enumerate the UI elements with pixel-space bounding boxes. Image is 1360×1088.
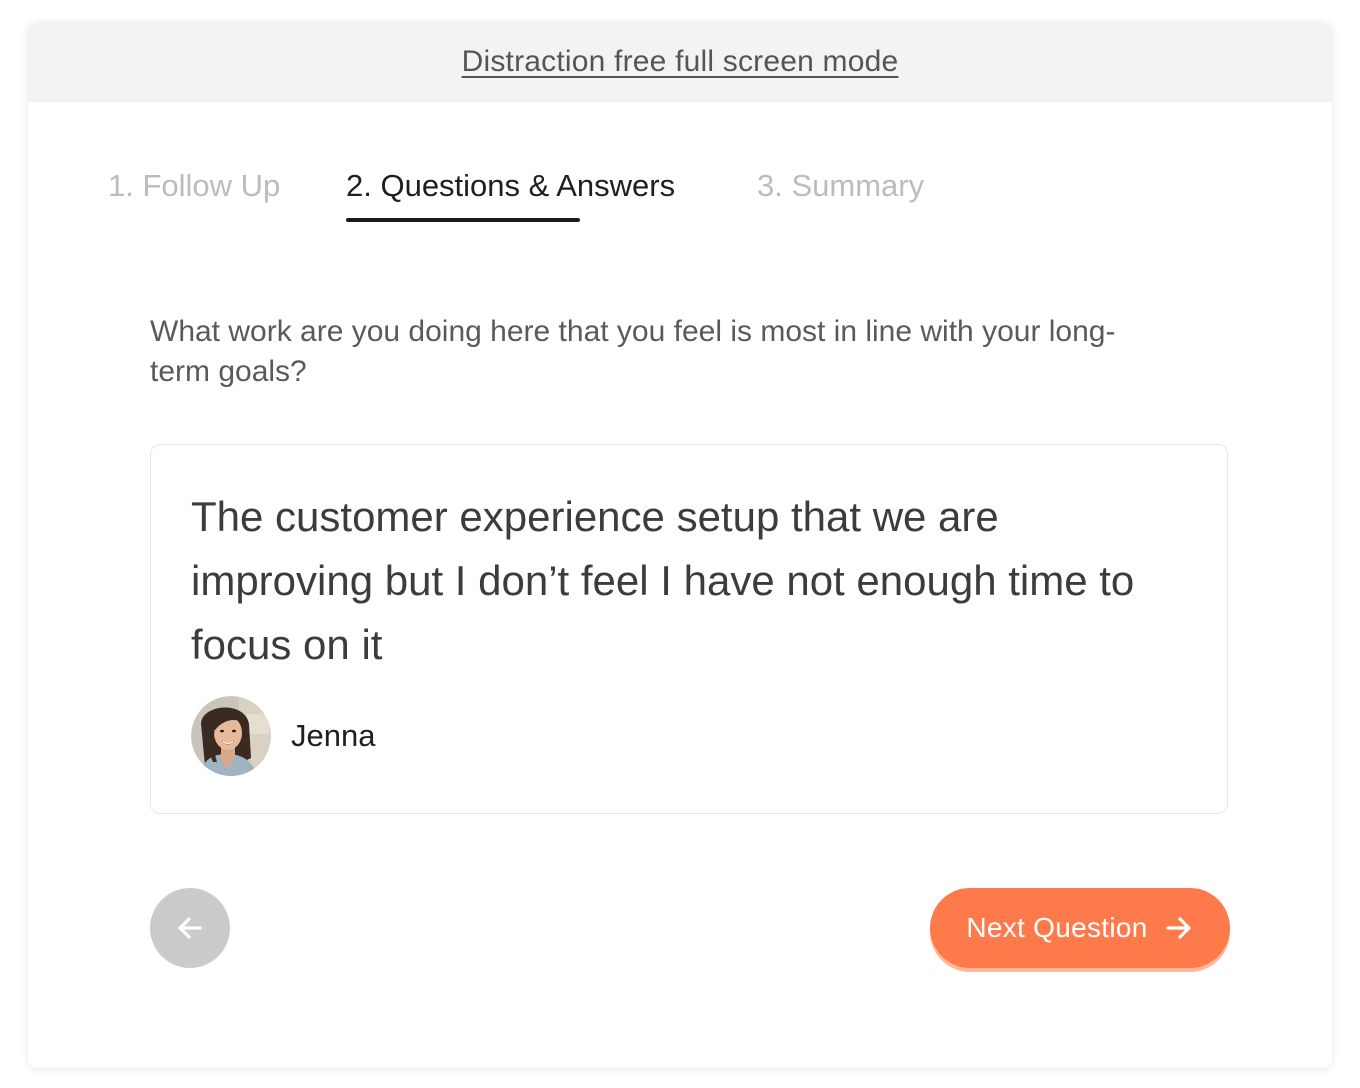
avatar: [191, 696, 271, 776]
arrow-right-icon: [1164, 913, 1194, 943]
tab-questions-answers[interactable]: 2. Questions & Answers: [346, 168, 675, 204]
qa-card: Distraction free full screen mode 1. Fol…: [28, 22, 1332, 1068]
next-question-button[interactable]: Next Question: [930, 888, 1230, 968]
tab-summary[interactable]: 3. Summary: [757, 168, 924, 204]
author-name: Jenna: [291, 718, 376, 753]
answer-text: The customer experience setup that we ar…: [191, 493, 1135, 668]
next-question-label: Next Question: [966, 912, 1148, 943]
answer-card: The customer experience setup that we ar…: [150, 444, 1228, 814]
question-text: What work are you doing here that you fe…: [150, 315, 1116, 388]
answer-author: Jenna: [191, 696, 375, 776]
avatar-image: [191, 696, 271, 776]
previous-question-button[interactable]: [150, 888, 230, 968]
active-tab-indicator: [346, 218, 580, 222]
step-tabs: 1. Follow Up 2. Questions & Answers 3. S…: [28, 22, 1332, 242]
tab-follow-up[interactable]: 1. Follow Up: [108, 168, 280, 204]
arrow-left-icon: [178, 917, 202, 939]
